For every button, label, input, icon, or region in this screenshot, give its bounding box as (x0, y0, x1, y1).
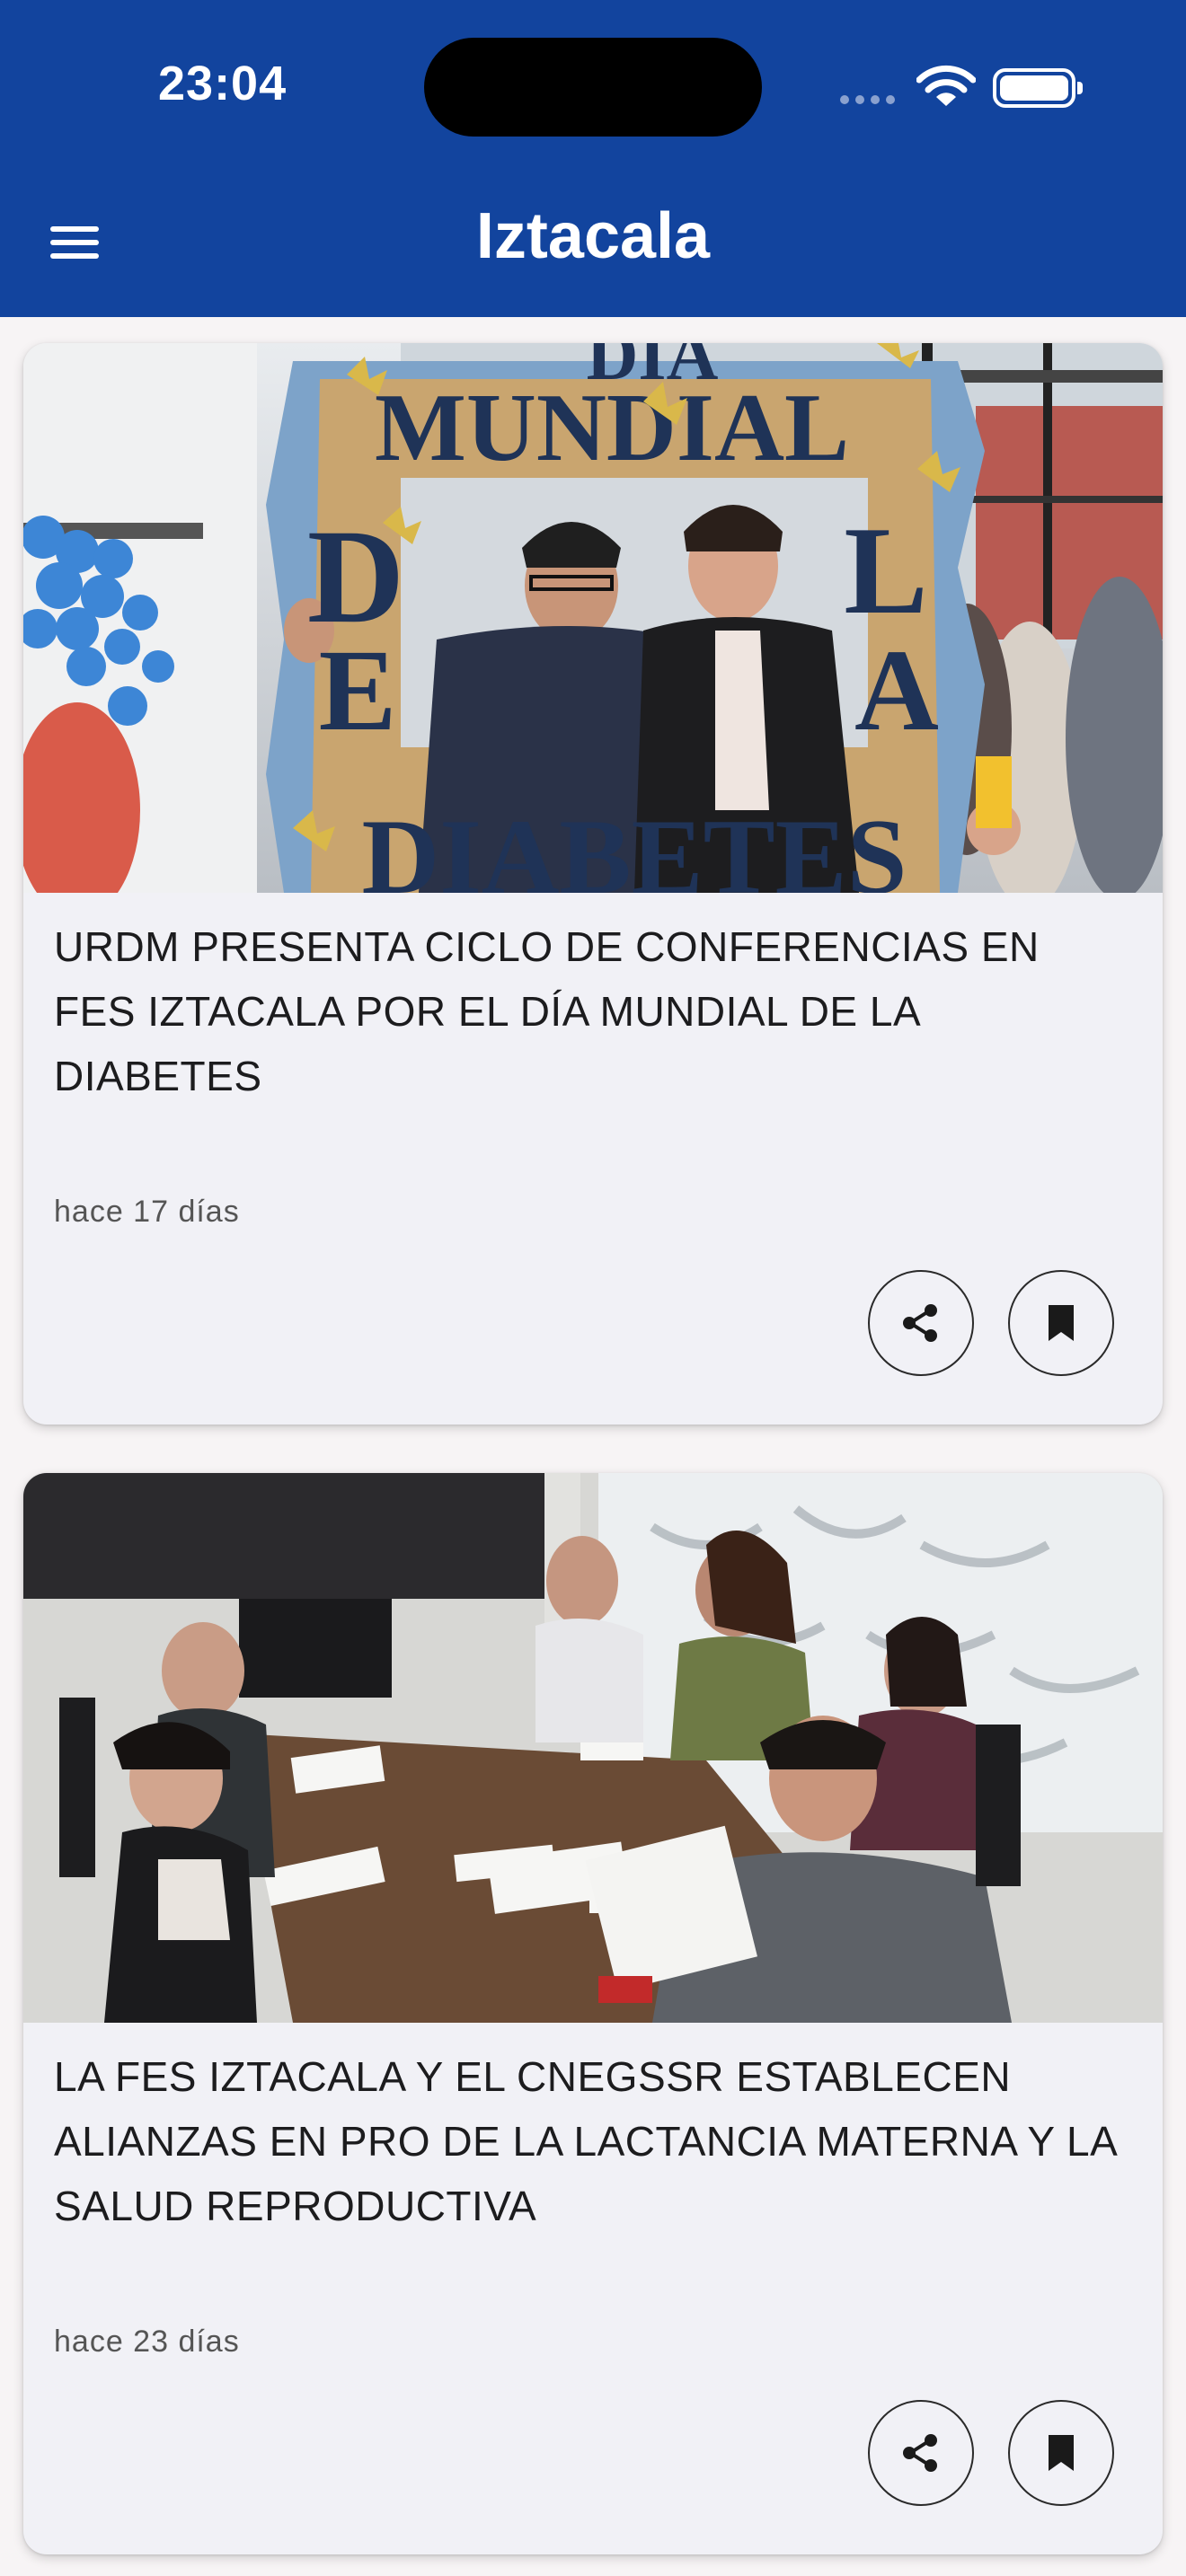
status-time: 23:04 (158, 57, 288, 110)
wifi-icon (916, 65, 976, 106)
battery-icon (993, 68, 1083, 108)
app-header: 23:04 Iztacala (0, 0, 1186, 317)
news-title[interactable]: LA FES IZTACALA Y EL CNEGSSR ESTABLECEN … (54, 2044, 1132, 2238)
share-button[interactable] (868, 2400, 974, 2506)
bookmark-button[interactable] (1008, 2400, 1114, 2506)
news-card[interactable]: LA FES IZTACALA Y EL CNEGSSR ESTABLECEN … (23, 1473, 1163, 2554)
bookmark-icon (1049, 2435, 1074, 2471)
share-button[interactable] (868, 1270, 974, 1376)
bookmark-button[interactable] (1008, 1270, 1114, 1376)
news-image[interactable] (23, 1473, 1163, 2023)
dynamic-island (424, 38, 762, 137)
news-image[interactable]: DIA MUNDIAL D E L A DIABETES (23, 343, 1163, 893)
image-text: A (854, 626, 939, 755)
news-date: hace 23 días (54, 2325, 240, 2359)
bookmark-icon (1049, 1305, 1074, 1341)
news-title[interactable]: URDM PRESENTA CICLO DE CONFERENCIAS EN F… (54, 914, 1132, 1108)
image-text: DIABETES (362, 797, 907, 893)
share-icon (903, 1304, 937, 1342)
cellular-signal-icon (840, 95, 895, 104)
share-icon (903, 2434, 937, 2472)
image-text: E (319, 626, 397, 755)
news-date: hace 17 días (54, 1195, 240, 1229)
image-text: MUNDIAL (375, 375, 849, 481)
news-card[interactable]: DIA MUNDIAL D E L A DIABETES URDM PRESEN… (23, 343, 1163, 1425)
image-text: L (844, 501, 927, 640)
page-title: Iztacala (475, 200, 711, 272)
